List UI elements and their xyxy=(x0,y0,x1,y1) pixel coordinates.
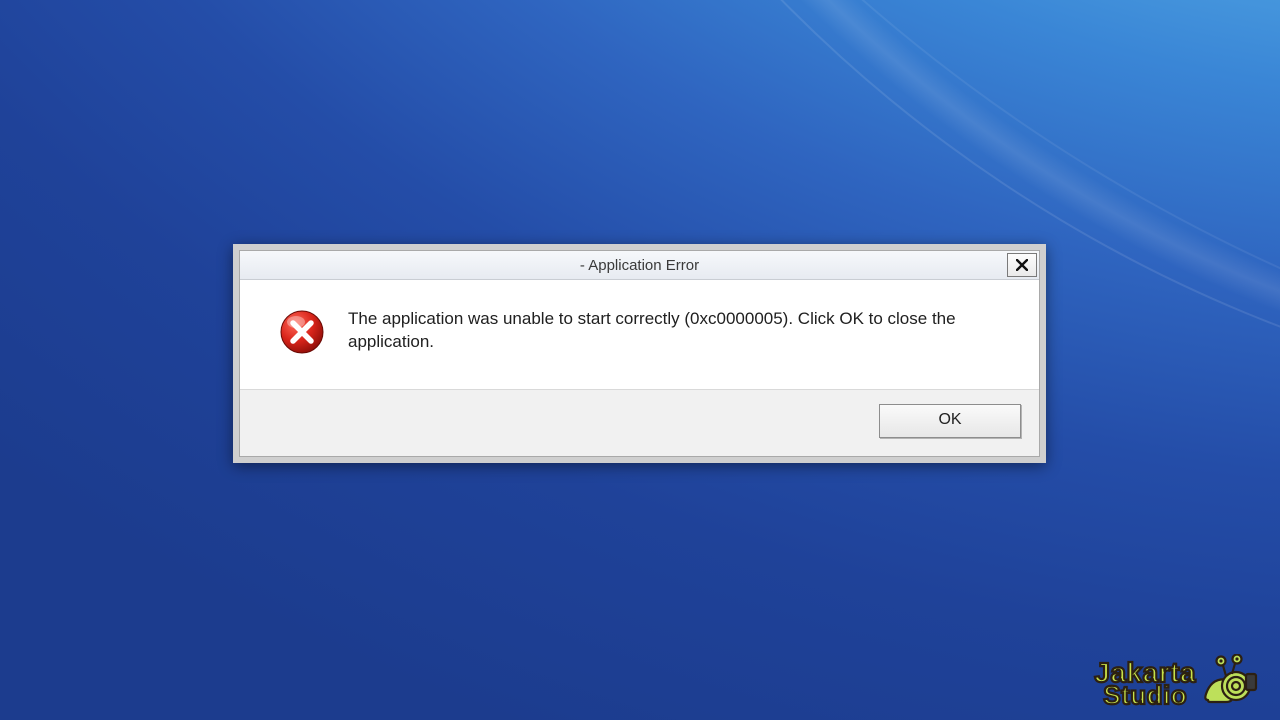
error-dialog: - Application Error xyxy=(233,244,1046,463)
dialog-footer: OK xyxy=(240,390,1039,456)
dialog-title: - Application Error xyxy=(240,257,1039,274)
dialog-titlebar[interactable]: - Application Error xyxy=(240,251,1039,280)
dialog-body: The application was unable to start corr… xyxy=(240,280,1039,390)
error-icon xyxy=(278,308,326,361)
close-icon xyxy=(1016,259,1028,271)
close-button[interactable] xyxy=(1007,253,1037,277)
error-message: The application was unable to start corr… xyxy=(348,308,988,354)
ok-button[interactable]: OK xyxy=(879,404,1021,438)
